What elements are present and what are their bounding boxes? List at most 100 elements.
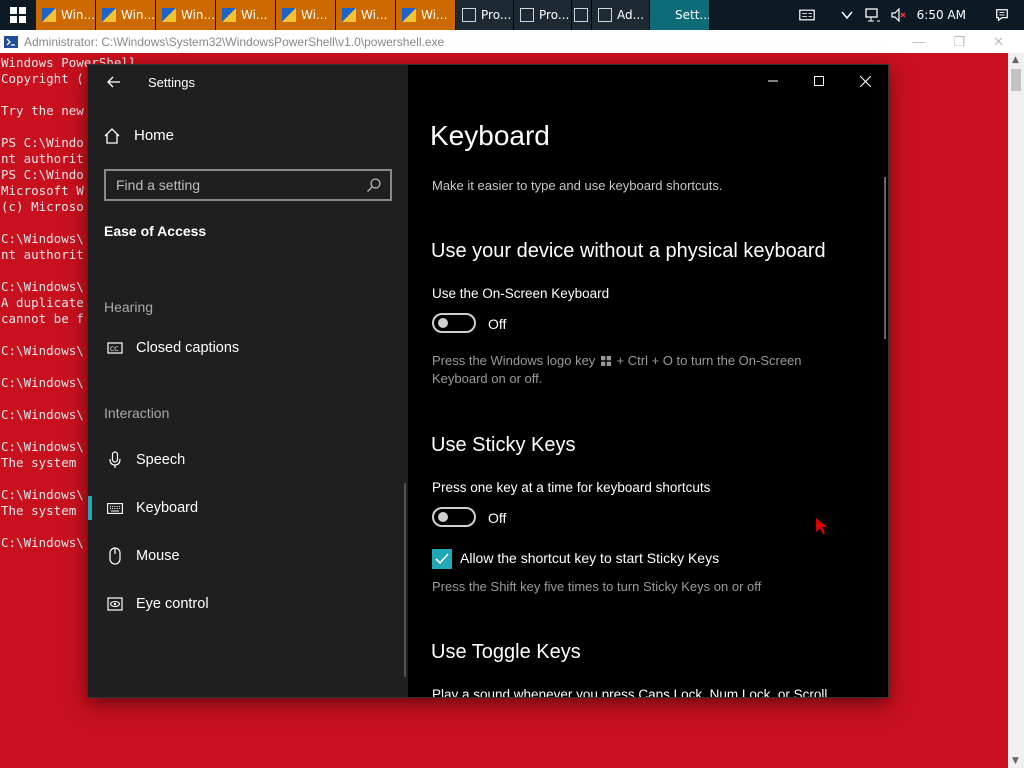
sidebar-item-closed-captions[interactable]: CC Closed captions (88, 328, 408, 368)
home-nav-item[interactable]: Home (104, 127, 174, 144)
mouse-icon (104, 545, 126, 567)
selection-indicator (88, 496, 92, 520)
sticky-toggle-state: Off (488, 510, 507, 526)
settings-window-controls (750, 65, 888, 97)
sticky-shortcut-label[interactable]: Allow the shortcut key to start Sticky K… (460, 550, 719, 566)
close-icon[interactable] (842, 65, 888, 97)
taskbar-button-label: Win... (121, 8, 155, 22)
taskbar-button-label: Wi... (421, 8, 448, 22)
taskbar-button-label: Pro... (539, 8, 570, 22)
shield-window-icon (162, 8, 176, 22)
taskbar-button[interactable]: Win... (156, 0, 216, 30)
sidebar-scrollbar[interactable] (404, 483, 406, 677)
taskbar-button[interactable]: Sett... (650, 0, 710, 30)
taskbar-button[interactable]: Win... (36, 0, 96, 30)
checkmark-icon (435, 553, 449, 565)
sidebar-item-eye-control[interactable]: Eye control (88, 584, 408, 624)
sidebar-item-label: Mouse (136, 548, 180, 564)
maximize-icon[interactable] (796, 65, 842, 97)
app-window-icon (598, 8, 612, 22)
eye-control-icon (104, 593, 126, 615)
shield-window-icon (282, 8, 296, 22)
taskbar-button-label: Sett... (675, 8, 710, 22)
notification-panel-icon[interactable] (798, 8, 815, 22)
powershell-scrollbar[interactable]: ▲ ▼ (1008, 53, 1024, 768)
taskbar-apps: Win... Win... Win... Wi... Wi... Wi... Wi... Pr… (36, 0, 710, 30)
osk-help-text-a: Press the Windows logo key (432, 353, 596, 368)
sidebar-item-mouse[interactable]: Mouse (88, 536, 408, 576)
shield-window-icon (102, 8, 116, 22)
home-icon (104, 127, 120, 144)
search-icon[interactable] (366, 177, 382, 193)
settings-sidebar: Settings Home Find a setting Ease of Acc… (88, 65, 408, 697)
settings-window: Settings Home Find a setting Ease of Acc… (88, 65, 888, 697)
closed-captions-icon: CC (104, 337, 126, 359)
action-center-icon[interactable] (994, 8, 1010, 22)
scroll-thumb[interactable] (1011, 69, 1021, 91)
sticky-shortcut-checkbox[interactable] (432, 549, 452, 569)
toggle-knob (438, 318, 448, 328)
volume-muted-icon[interactable] (891, 8, 907, 22)
taskbar-button[interactable]: Win... (96, 0, 156, 30)
svg-text:CC: CC (110, 346, 118, 353)
sticky-toggle[interactable] (432, 507, 476, 527)
app-window-icon (574, 8, 588, 22)
windows-key-icon (600, 356, 611, 366)
sidebar-item-label: Speech (136, 452, 186, 468)
app-window-icon (520, 8, 534, 22)
restore-icon[interactable]: ❐ (953, 34, 965, 50)
minimize-icon[interactable]: — (912, 34, 925, 50)
scroll-up-icon[interactable]: ▲ (1012, 55, 1019, 65)
taskbar-button[interactable]: Wi... (336, 0, 396, 30)
minimize-icon[interactable] (750, 65, 796, 97)
sticky-toggle-label: Press one key at a time for keyboard sho… (432, 480, 711, 495)
shield-window-icon (402, 8, 416, 22)
scroll-down-icon[interactable]: ▼ (1012, 756, 1019, 766)
toggle-keys-label: Play a sound whenever you press Caps Loc… (432, 687, 828, 697)
start-button[interactable] (0, 0, 36, 30)
chevron-up-icon[interactable] (839, 8, 855, 22)
page-title: Keyboard (430, 120, 550, 151)
sidebar-item-label: Keyboard (136, 500, 199, 516)
taskbar-button-label: Wi... (361, 8, 388, 22)
taskbar-button-label: Win... (181, 8, 215, 22)
taskbar-button[interactable]: Wi... (216, 0, 276, 30)
taskbar: Win... Win... Win... Wi... Wi... Wi... Wi... Pr… (0, 0, 1024, 30)
taskbar-button[interactable]: Pro... (456, 0, 514, 30)
sidebar-item-speech[interactable]: Speech (88, 440, 408, 480)
section-heading-osk: Use your device without a physical keybo… (431, 240, 826, 262)
osk-toggle-label: Use the On-Screen Keyboard (432, 286, 610, 301)
group-hearing: Hearing (104, 299, 154, 315)
system-tray: 6:50 AM (798, 0, 1024, 30)
taskbar-button-label: Wi... (301, 8, 328, 22)
mouse-cursor-icon (816, 518, 828, 534)
microphone-icon (104, 449, 126, 471)
sidebar-item-keyboard[interactable]: Keyboard (88, 488, 408, 528)
settings-title: Settings (148, 74, 195, 90)
settings-header: Settings (88, 65, 408, 99)
network-icon[interactable] (865, 8, 881, 22)
main-scrollbar[interactable] (884, 177, 886, 339)
section-title: Ease of Access (104, 223, 207, 239)
powershell-titlebar: Administrator: C:\Windows\System32\Windo… (0, 30, 1024, 53)
search-placeholder: Find a setting (116, 177, 201, 193)
sidebar-item-label: Closed captions (136, 340, 240, 356)
powershell-title: Administrator: C:\Windows\System32\Windo… (24, 34, 445, 49)
taskbar-button[interactable] (572, 0, 592, 30)
taskbar-button[interactable]: Pro... (514, 0, 572, 30)
page-description: Make it easier to type and use keyboard … (432, 178, 723, 193)
taskbar-button[interactable]: Wi... (276, 0, 336, 30)
taskbar-button[interactable]: Wi... (396, 0, 456, 30)
osk-toggle[interactable] (432, 313, 476, 333)
toggle-knob (438, 512, 448, 522)
taskbar-button-label: Win... (61, 8, 95, 22)
taskbar-button[interactable]: Ad... (592, 0, 650, 30)
shield-window-icon (342, 8, 356, 22)
back-arrow-icon[interactable] (102, 70, 126, 94)
taskbar-button-label: Pro... (481, 8, 512, 22)
clock[interactable]: 6:50 AM (917, 8, 966, 22)
powershell-window-controls: — ❐ ✕ (912, 34, 1024, 50)
search-input[interactable]: Find a setting (104, 169, 392, 201)
close-icon[interactable]: ✕ (993, 34, 1004, 50)
app-window-icon (462, 8, 476, 22)
